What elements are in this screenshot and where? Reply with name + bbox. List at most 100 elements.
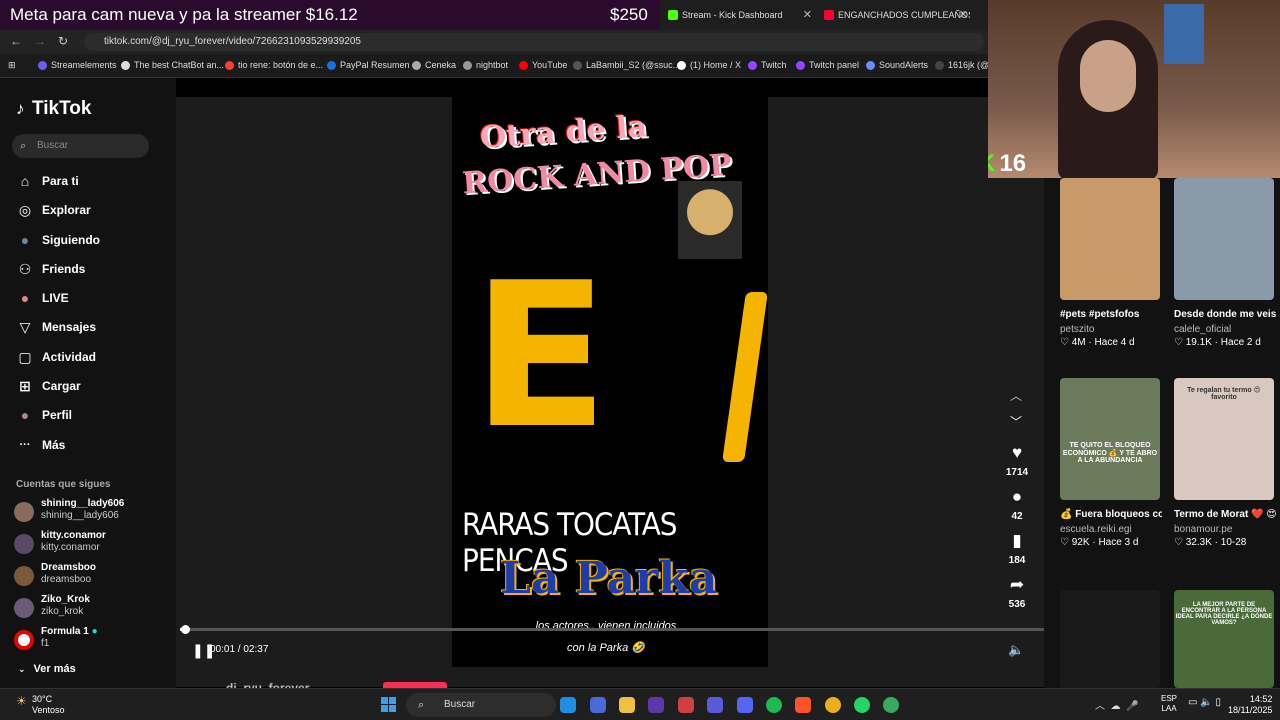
bookmark-item[interactable]: Streamelements — [38, 60, 117, 70]
nav-mas[interactable]: ··· Más — [16, 434, 66, 456]
copilot-icon[interactable] — [590, 697, 606, 713]
video-card-likes: 92K — [1071, 537, 1090, 548]
following-account[interactable]: kitty.conamor kitty.conamor — [14, 530, 106, 560]
video-card[interactable]: #pets #petsfofos petszito ♡ 4M · Hace 4 … — [1060, 178, 1162, 348]
bookmark-item[interactable]: Twitch panel — [796, 60, 859, 70]
volume-icon[interactable]: 🔈 — [1008, 642, 1024, 658]
like-button[interactable]: ♥ 1714 — [1002, 443, 1032, 478]
bookmark-item[interactable]: Ceneka — [412, 60, 456, 70]
home-icon: ⌂ — [20, 173, 30, 189]
nav-label: Más — [42, 438, 66, 452]
bookmark-label: Streamelements — [51, 60, 117, 70]
following-account[interactable]: Formula 1 ● f1 — [14, 626, 98, 656]
nav-para-ti[interactable]: ⌂ Para ti — [16, 170, 79, 192]
video-frame[interactable]: Otra de la ROCK AND POP E RARAS TOCATAS … — [452, 97, 768, 667]
bookmark-item[interactable]: tio rene: botón de e... — [225, 60, 323, 70]
video-card[interactable]: Te regalan tu termo 😍 favorito Termo de … — [1174, 378, 1276, 548]
apps-icon[interactable]: ⊞ — [8, 60, 16, 71]
account-name: Formula 1 — [41, 626, 89, 637]
bookmark-item[interactable]: LaBambii_S2 (@ssuc... — [573, 60, 680, 70]
nav-live[interactable]: ● LIVE — [16, 287, 69, 309]
share-button[interactable]: ➦ 536 — [1002, 575, 1032, 610]
bookmark-item[interactable]: 1616jk (@1 — [935, 60, 994, 70]
nav-mensajes[interactable]: ▽ Mensajes — [16, 316, 96, 338]
comment-button[interactable]: ● 42 — [1002, 487, 1032, 522]
bookmark-icon — [327, 61, 336, 70]
nav-perfil[interactable]: ● Perfil — [16, 404, 72, 426]
whatsapp-icon[interactable] — [854, 697, 870, 713]
friends-icon: ⚇ — [18, 261, 32, 277]
streamer-face — [1080, 40, 1136, 112]
spotify-icon[interactable] — [766, 697, 782, 713]
avatar — [14, 566, 34, 586]
video-card-likes: 4M — [1071, 337, 1086, 348]
chrome-icon[interactable] — [825, 697, 841, 713]
chevron-down-icon[interactable]: ﹀ — [1010, 413, 1022, 430]
windows-start-icon[interactable] — [381, 697, 397, 713]
bookmark-item[interactable]: Twitch — [748, 60, 787, 70]
like-count: 1714 — [1005, 467, 1029, 478]
language-indicator[interactable]: ESP LAA — [1161, 694, 1177, 714]
app-icon[interactable] — [678, 697, 694, 713]
chevron-up-icon[interactable]: ︿ — [1010, 387, 1022, 404]
following-account[interactable]: Ziko_Krok ziko_krok — [14, 594, 90, 624]
forward-icon[interactable]: → — [34, 34, 46, 48]
following-account[interactable]: Dreamsboo dreamsboo — [14, 562, 96, 592]
nav-siguiendo[interactable]: ● Siguiendo — [16, 229, 100, 251]
nav-friends[interactable]: ⚇ Friends — [16, 258, 86, 280]
see-more-button[interactable]: ⌄ Ver más — [18, 663, 76, 675]
reload-icon[interactable]: ↻ — [58, 34, 68, 48]
brave-icon[interactable] — [795, 697, 811, 713]
la-parka-logo: La Parka — [500, 553, 718, 604]
close-icon[interactable]: ✕ — [803, 5, 812, 25]
bookmark-item[interactable]: PayPal Resumen — [327, 60, 410, 70]
progress-handle[interactable] — [181, 625, 191, 634]
bookmark-item[interactable]: YouTube — [519, 60, 567, 70]
taskbar-search[interactable]: ⌕ Buscar — [406, 693, 556, 717]
file-explorer-icon[interactable] — [619, 697, 635, 713]
following-account[interactable]: shining__lady606 shining__lady606 — [14, 498, 124, 528]
account-handle: ziko_krok — [41, 606, 84, 617]
bookmark-item[interactable]: SoundAlerts — [866, 60, 928, 70]
nav-actividad[interactable]: ▢ Actividad — [16, 346, 96, 368]
save-button[interactable]: ▮ 184 — [1002, 531, 1032, 566]
nav-label: Friends — [42, 262, 86, 276]
network-icon[interactable]: ▭ 🔈 ▯ — [1188, 697, 1221, 708]
back-icon[interactable]: ← — [10, 34, 22, 48]
video-card[interactable] — [1060, 590, 1162, 688]
compass-icon: ◎ — [18, 202, 32, 218]
video-card[interactable]: TE QUITO EL BLOQUEO ECONÓMICO 💰 Y TE ABR… — [1060, 378, 1162, 548]
clock[interactable]: 14:52 18/11/2025 — [1228, 694, 1272, 716]
video-card[interactable]: LA MEJOR PARTE DE ENCONTRAR A LA PERSONA… — [1174, 590, 1276, 688]
search-input[interactable]: ⌕ Buscar — [12, 134, 149, 158]
nav-explorar[interactable]: ◎ Explorar — [16, 199, 91, 221]
nav-cargar[interactable]: ⊞ Cargar — [16, 375, 81, 397]
bookmark-item[interactable]: nightbot — [463, 60, 508, 70]
system-tray[interactable]: ︿ ☁ 🎤 — [1095, 697, 1139, 712]
save-count: 184 — [1008, 555, 1026, 566]
video-card-user: calele_oficial — [1174, 324, 1232, 335]
twitch-icon — [796, 61, 805, 70]
video-card-title: 💰 Fuera bloqueos con el dinero #reiki... — [1060, 509, 1162, 520]
progress-bar[interactable] — [180, 625, 1044, 634]
account-name: shining__lady606 — [41, 498, 125, 509]
video-thumbnail — [1060, 590, 1160, 688]
tiktok-logo[interactable]: ♪ TikTok — [16, 98, 91, 120]
close-icon[interactable]: ✕ — [959, 5, 968, 25]
video-sticker-image — [678, 181, 742, 259]
clock-time: 14:52 — [1249, 694, 1273, 704]
url-field[interactable]: tiktok.com/@dj_ryu_forever/video/7266231… — [84, 33, 984, 51]
video-card[interactable]: Desde donde me veis? #motivacion... cale… — [1174, 178, 1276, 348]
teams-icon[interactable] — [707, 697, 723, 713]
bookmark-item[interactable]: (1) Home / X — [677, 60, 741, 70]
video-card-age: Hace 3 d — [1098, 537, 1139, 548]
bookmark-item[interactable]: The best ChatBot an... — [121, 60, 224, 70]
tab-youtube[interactable]: ENGANCHADOS CUMPLEAÑOS ✕ — [820, 5, 970, 25]
edge-icon[interactable] — [560, 697, 576, 713]
tab-kick-dashboard[interactable]: Stream - Kick Dashboard ✕ — [664, 5, 814, 25]
chrome-icon[interactable] — [883, 697, 899, 713]
weather-widget[interactable]: ☀ 30°C Ventoso — [16, 694, 65, 716]
discord-icon[interactable] — [737, 697, 753, 713]
kick-viewer-count: K16 — [988, 150, 1026, 178]
app-icon[interactable] — [648, 697, 664, 713]
